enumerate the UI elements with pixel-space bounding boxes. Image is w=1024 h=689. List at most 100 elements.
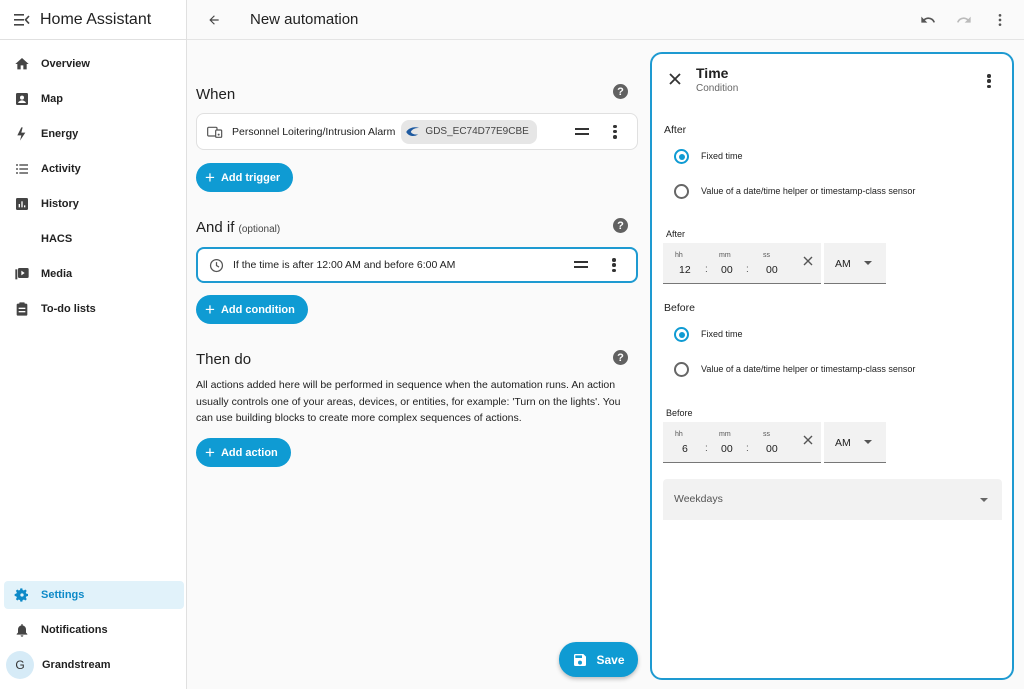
- after-helper-label: Value of a date/time helper or timestamp…: [701, 186, 916, 196]
- sidebar-item-settings[interactable]: Settings: [4, 581, 184, 609]
- sidebar-item-label: Media: [41, 268, 73, 280]
- trigger-label: Personnel Loitering/Intrusion Alarm: [232, 125, 396, 138]
- app-title: Home Assistant: [40, 10, 152, 28]
- after-heading: After: [664, 124, 687, 136]
- add-action-button[interactable]: + Add action: [196, 438, 291, 467]
- user-name: Grandstream: [42, 659, 111, 671]
- help-icon[interactable]: ?: [613, 84, 628, 99]
- lightning-icon: [12, 124, 32, 144]
- after-minutes[interactable]: 00: [721, 264, 733, 276]
- sidebar-item-history[interactable]: History: [4, 190, 184, 218]
- separator: :: [705, 264, 708, 275]
- before-hours[interactable]: 6: [682, 443, 688, 455]
- clear-icon[interactable]: [802, 255, 814, 267]
- condition-label: If the time is after 12:00 AM and before…: [233, 259, 456, 271]
- sidebar-header: Home Assistant: [0, 0, 186, 40]
- after-time-input[interactable]: hh mm ss 12 : 00 : 00: [663, 243, 821, 284]
- before-ampm-select[interactable]: AM: [824, 422, 886, 463]
- trigger-more-icon[interactable]: [613, 124, 617, 139]
- after-ampm-select[interactable]: AM: [824, 243, 886, 284]
- device-chip-label: GDS_EC74D77E9CBE: [425, 126, 529, 137]
- sidebar-item-label: Notifications: [41, 624, 108, 636]
- ss-label: ss: [763, 431, 770, 438]
- save-button[interactable]: Save: [559, 642, 638, 677]
- sidebar-item-media[interactable]: Media: [4, 260, 184, 288]
- sidebar-item-label: Activity: [41, 163, 81, 175]
- before-seconds[interactable]: 00: [766, 443, 778, 455]
- hh-label: hh: [675, 252, 683, 259]
- sidebar-item-label: To-do lists: [41, 303, 96, 315]
- drag-handle-icon[interactable]: [574, 261, 588, 268]
- grandstream-logo-icon: [406, 126, 421, 136]
- hh-label: hh: [675, 431, 683, 438]
- ss-label: ss: [763, 252, 770, 259]
- separator: :: [746, 264, 749, 275]
- dropdown-caret-icon: [980, 498, 988, 502]
- device-chip[interactable]: GDS_EC74D77E9CBE: [401, 119, 537, 144]
- panel-subtitle: Condition: [696, 83, 739, 94]
- before-helper-radio[interactable]: [674, 362, 689, 377]
- save-label: Save: [596, 652, 625, 667]
- back-arrow-icon[interactable]: [204, 10, 224, 30]
- sidebar-item-label: History: [41, 198, 79, 210]
- sidebar-item-label: HACS: [41, 233, 73, 245]
- undo-icon[interactable]: [918, 10, 938, 30]
- sidebar-item-activity[interactable]: Activity: [4, 155, 184, 183]
- after-seconds[interactable]: 00: [766, 264, 778, 276]
- mm-label: mm: [719, 252, 731, 259]
- before-helper-label: Value of a date/time helper or timestamp…: [701, 364, 916, 374]
- and-if-heading: And if (optional): [196, 219, 280, 236]
- sidebar-item-notifications[interactable]: Notifications: [4, 616, 184, 644]
- plus-icon: +: [205, 300, 215, 319]
- add-trigger-label: Add trigger: [220, 171, 281, 184]
- panel-more-icon[interactable]: [987, 74, 991, 88]
- sidebar-item-map[interactable]: Map: [4, 85, 184, 113]
- separator: :: [705, 443, 708, 454]
- optional-label: (optional): [238, 224, 281, 235]
- sidebar-item-todo[interactable]: To-do lists: [4, 295, 184, 323]
- weekdays-select[interactable]: Weekdays: [663, 479, 1002, 520]
- sidebar-item-overview[interactable]: Overview: [4, 50, 184, 78]
- add-trigger-button[interactable]: + Add trigger: [196, 163, 294, 192]
- sidebar-item-label: Overview: [41, 58, 90, 70]
- sidebar: Home Assistant Overview Map Energy Activ…: [0, 0, 187, 689]
- sidebar-item-label: Energy: [41, 128, 79, 140]
- before-fixed-time-label: Fixed time: [701, 329, 743, 339]
- sidebar-item-hacs[interactable]: HACS: [4, 225, 184, 253]
- condition-more-icon[interactable]: [612, 258, 616, 272]
- help-icon[interactable]: ?: [613, 350, 628, 365]
- mm-label: mm: [719, 431, 731, 438]
- more-options-icon[interactable]: [990, 10, 1010, 30]
- help-icon[interactable]: ?: [613, 218, 628, 233]
- then-do-heading: Then do: [196, 351, 252, 368]
- sidebar-item-user[interactable]: G Grandstream: [4, 651, 184, 679]
- after-hours[interactable]: 12: [679, 264, 691, 276]
- before-time-input[interactable]: hh mm ss 6 : 00 : 00: [663, 422, 821, 463]
- after-helper-radio[interactable]: [674, 184, 689, 199]
- after-field-label: After: [666, 229, 686, 239]
- top-bar: New automation: [187, 0, 1024, 40]
- page-title: New automation: [250, 11, 359, 28]
- redo-icon[interactable]: [954, 10, 974, 30]
- add-condition-label: Add condition: [220, 303, 295, 316]
- trigger-row[interactable]: Personnel Loitering/Intrusion Alarm GDS_…: [196, 113, 638, 150]
- media-icon: [12, 264, 32, 284]
- when-heading: When: [196, 86, 236, 103]
- add-action-label: Add action: [220, 446, 278, 459]
- before-field-label: Before: [666, 408, 693, 418]
- before-minutes[interactable]: 00: [721, 443, 733, 455]
- add-condition-button[interactable]: + Add condition: [196, 295, 308, 324]
- dropdown-caret-icon: [864, 440, 872, 444]
- separator: :: [746, 443, 749, 454]
- sidebar-item-energy[interactable]: Energy: [4, 120, 184, 148]
- after-ampm-value: AM: [835, 258, 851, 270]
- bell-icon: [12, 620, 32, 640]
- after-fixed-time-radio[interactable]: [674, 149, 689, 164]
- clear-icon[interactable]: [802, 434, 814, 446]
- gear-icon: [12, 585, 32, 605]
- before-fixed-time-radio[interactable]: [674, 327, 689, 342]
- menu-toggle-icon[interactable]: [14, 13, 30, 27]
- condition-row[interactable]: If the time is after 12:00 AM and before…: [196, 247, 638, 283]
- close-icon[interactable]: [668, 72, 682, 86]
- drag-handle-icon[interactable]: [575, 127, 589, 135]
